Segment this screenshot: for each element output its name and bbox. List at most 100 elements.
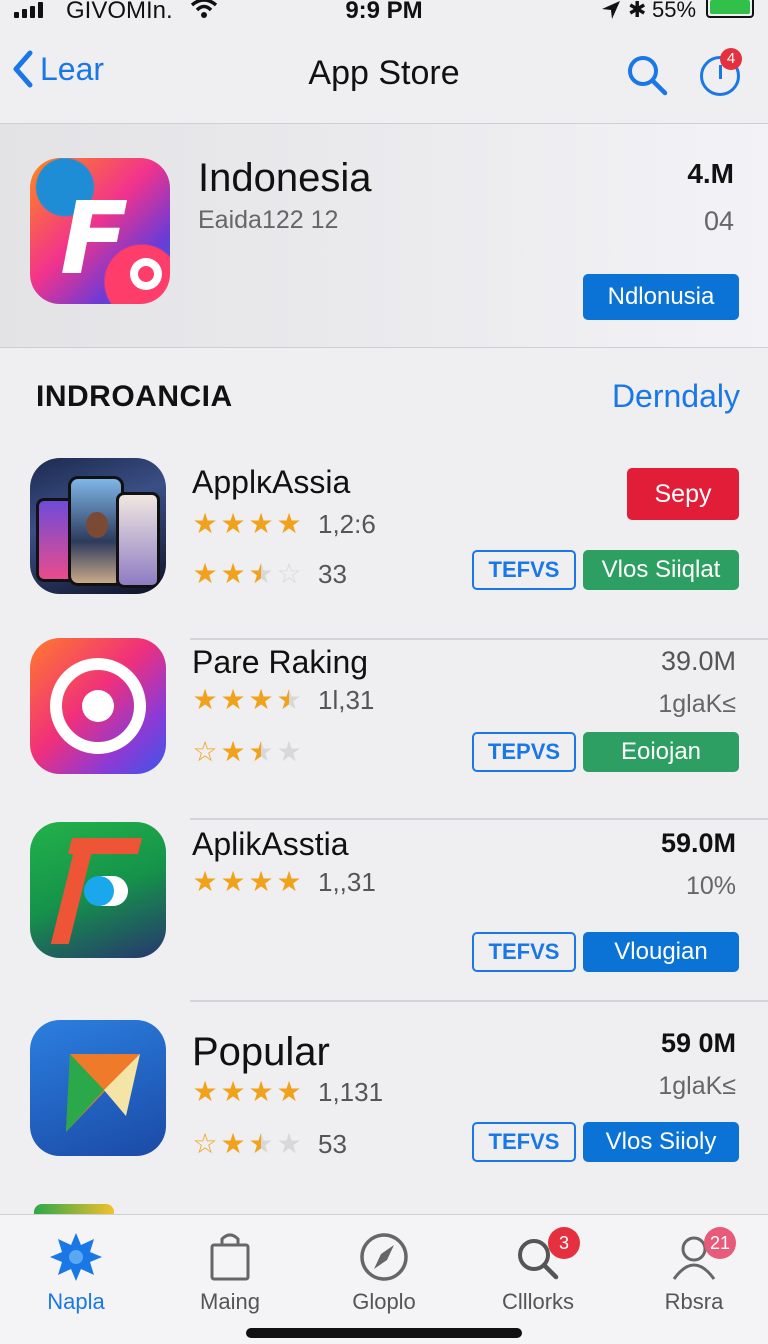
- star-icon: ★: [220, 866, 246, 897]
- update-badge: 4: [720, 48, 742, 70]
- star-icon: ★: [192, 866, 218, 897]
- outline-button[interactable]: TEFVS: [472, 1122, 576, 1162]
- tab-label: Rbsra: [664, 1289, 724, 1314]
- star-icon: ★: [248, 1076, 274, 1107]
- app-row[interactable]: Pare Raking 39.0M 1glaK≤ ★ ★ ★ ★ 1l,31 ☆…: [0, 638, 768, 820]
- rating-stars: ★ ★ ★ ☆ 33: [192, 558, 347, 589]
- featured-app-subtitle: Eaida122 12: [198, 206, 339, 234]
- tab-games[interactable]: Maing: [170, 1231, 290, 1315]
- star-icon: ★: [220, 684, 246, 715]
- rating-stars: ☆ ★ ★ ★ 53: [192, 1128, 347, 1159]
- tab-bar: Napla Maing Gloplo 3 Clllorks 21 Rbsra: [0, 1214, 768, 1344]
- star-icon: ★: [248, 866, 274, 897]
- rating-count: 33: [318, 559, 347, 589]
- star-half-icon: ★: [248, 1128, 274, 1159]
- star-empty-icon: ★: [276, 1128, 302, 1159]
- rating-stars: ★ ★ ★ ★ 1,131: [192, 1078, 383, 1106]
- next-app-icon-peek: [34, 1204, 114, 1214]
- featured-app-name: Indonesia: [198, 156, 372, 200]
- app-name: Pare Raking: [192, 644, 369, 680]
- star-half-icon: ★: [276, 684, 302, 715]
- app-meta: 1glaK≤: [658, 690, 736, 718]
- home-indicator: [246, 1328, 522, 1338]
- star-icon: ★: [220, 736, 246, 767]
- rating-count: 53: [318, 1129, 347, 1159]
- star-icon: ★: [276, 508, 302, 539]
- tab-label: Maing: [200, 1289, 260, 1314]
- app-icon-f-logo: [30, 822, 166, 958]
- tab-explore[interactable]: Gloplo: [324, 1231, 444, 1315]
- app-name: Popular: [192, 1030, 330, 1074]
- navigation-bar: Lear App Store 4: [0, 30, 768, 124]
- app-row[interactable]: AplikAsstia 59.0M 10% ★ ★ ★ ★ 1,,31 TEFV…: [0, 820, 768, 1002]
- rating-stars: ★ ★ ★ ★ 1l,31: [192, 686, 374, 714]
- action-button[interactable]: Eoiojan: [583, 732, 739, 772]
- section-see-all-link[interactable]: Derndaly: [612, 378, 740, 415]
- rating-stars: ★ ★ ★ ★ 1,2:6: [192, 508, 375, 539]
- app-row[interactable]: ApplκAssia ★ ★ ★ ★ 1,2:6 ★ ★ ★ ☆ 33 Sepy…: [0, 458, 768, 640]
- tab-label: Gloplo: [352, 1289, 416, 1314]
- star-icon: ★: [192, 558, 218, 589]
- featured-app-button[interactable]: Ndlonusia: [583, 274, 739, 320]
- featured-app-size: 4.M: [687, 158, 734, 189]
- section-title: INDROANCIA: [36, 380, 233, 413]
- outline-button[interactable]: TEFVS: [472, 550, 576, 590]
- get-button[interactable]: Sepy: [627, 468, 739, 520]
- app-icon-arrow: [30, 1020, 166, 1156]
- star-empty-icon: ★: [276, 736, 302, 767]
- rating-count: 1l,31: [318, 685, 375, 715]
- action-button[interactable]: Vlos Siioly: [583, 1122, 739, 1162]
- app-icon-camera: [30, 638, 166, 774]
- action-button[interactable]: Vlos Siiqlat: [583, 550, 739, 590]
- tab-badge: 3: [548, 1227, 580, 1259]
- search-icon[interactable]: [624, 52, 670, 98]
- star-icon: ★: [276, 866, 302, 897]
- star-icon: ★: [276, 1076, 302, 1107]
- tab-badge: 21: [704, 1227, 736, 1259]
- star-icon: ★: [192, 1076, 218, 1107]
- app-row[interactable]: Popular 59 0M 1glaK≤ ★ ★ ★ ★ 1,131 ☆ ★ ★…: [0, 1020, 768, 1202]
- app-meta: 10%: [685, 872, 736, 900]
- star-empty-icon: ☆: [192, 1128, 218, 1159]
- star-empty-icon: ☆: [276, 558, 302, 589]
- app-meta: 1glaK≤: [658, 1072, 736, 1100]
- app-icon-photos: [30, 458, 166, 594]
- tab-profile[interactable]: 21 Rbsra: [634, 1227, 754, 1315]
- star-icon: ★: [192, 508, 218, 539]
- tab-today[interactable]: Napla: [16, 1231, 136, 1315]
- star-burst-icon: [50, 1233, 102, 1281]
- location-arrow-icon: [602, 1, 620, 19]
- star-icon: ★: [220, 558, 246, 589]
- bag-icon: [210, 1233, 250, 1281]
- app-size: 39.0M: [660, 646, 736, 676]
- battery-icon: [706, 0, 754, 18]
- star-icon: ★: [192, 684, 218, 715]
- featured-app-icon: F: [30, 158, 170, 304]
- app-name: AplikAsstia: [192, 826, 349, 862]
- app-name: ApplκAssia: [192, 464, 351, 500]
- outline-button[interactable]: TEFVS: [472, 932, 576, 972]
- bluetooth-icon: ✱: [628, 0, 647, 22]
- star-icon: ★: [220, 508, 246, 539]
- status-bar: GIVOMIn. 9:9 PM ✱ 55%: [0, 0, 768, 30]
- star-half-icon: ★: [248, 736, 274, 767]
- star-half-icon: ★: [248, 558, 274, 589]
- star-icon: ★: [248, 508, 274, 539]
- tab-label: Clllorks: [501, 1289, 575, 1314]
- divider: [190, 1000, 768, 1002]
- action-button[interactable]: Vlougian: [583, 932, 739, 972]
- rating-stars: ★ ★ ★ ★ 1,,31: [192, 866, 376, 897]
- featured-app-number: 04: [703, 206, 734, 236]
- star-icon: ★: [248, 684, 274, 715]
- rating-stars: ☆ ★ ★ ★: [192, 738, 302, 766]
- star-empty-icon: ☆: [192, 736, 218, 767]
- compass-icon: [360, 1233, 408, 1281]
- rating-count: 1,131: [318, 1077, 384, 1107]
- tab-search[interactable]: 3 Clllorks: [478, 1227, 598, 1315]
- paper-plane-icon: [66, 1054, 140, 1132]
- updates-button[interactable]: 4: [698, 48, 744, 98]
- outline-button[interactable]: TEPVS: [472, 732, 576, 772]
- app-size: 59.0M: [660, 828, 736, 858]
- featured-app-banner[interactable]: F Indonesia Eaida122 12 4.M 04 Ndlonusia: [0, 124, 768, 348]
- rating-count: 1,,31: [318, 867, 376, 897]
